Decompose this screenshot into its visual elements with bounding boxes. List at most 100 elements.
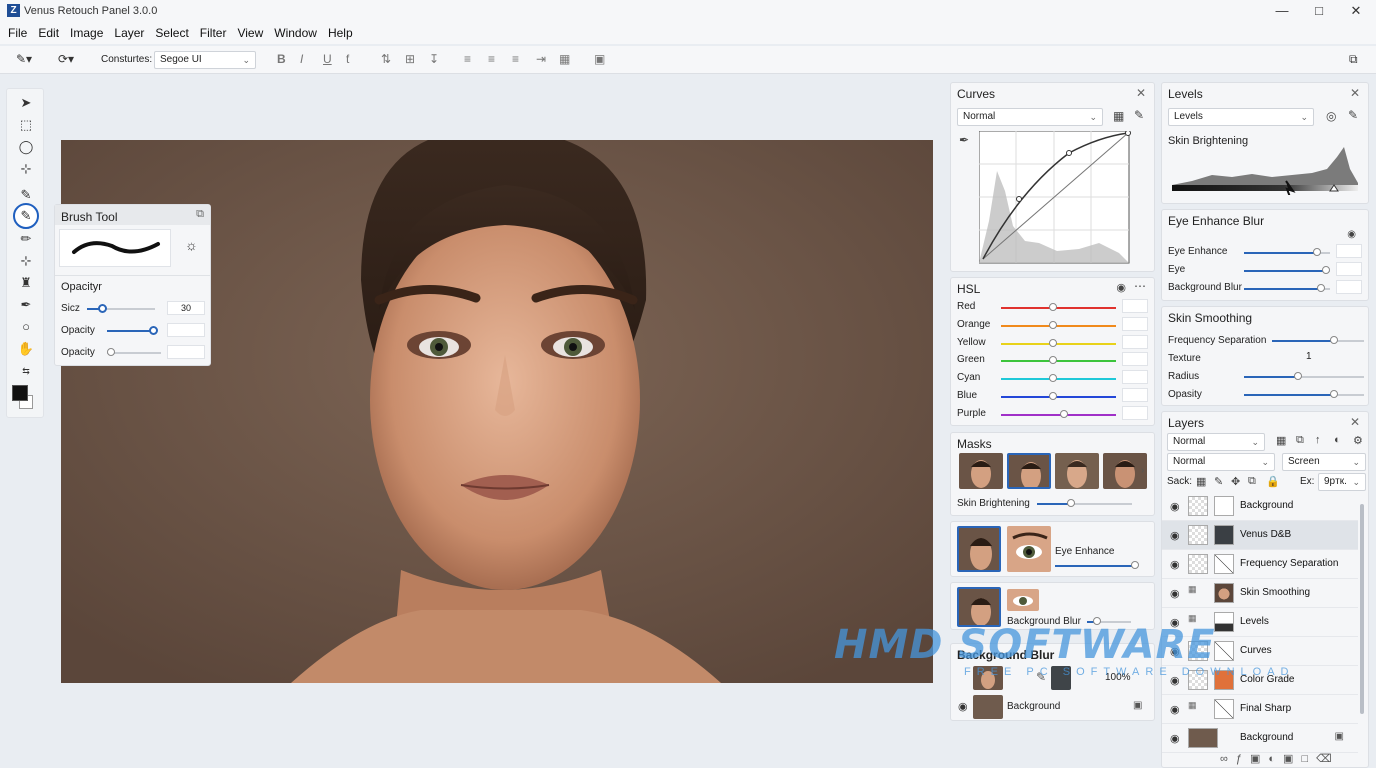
- hsl-value-box[interactable]: [1122, 352, 1148, 367]
- grid-icon[interactable]: ▦: [1113, 109, 1124, 123]
- bold-icon[interactable]: B: [277, 52, 286, 66]
- hsl-value-box[interactable]: [1122, 370, 1148, 385]
- size-slider[interactable]: [87, 304, 155, 313]
- eye-blur-slider[interactable]: [1244, 248, 1330, 256]
- layer-thumbnail[interactable]: [1188, 641, 1208, 661]
- opacity-value[interactable]: [167, 323, 205, 337]
- strikethrough-icon[interactable]: ƭ: [346, 52, 349, 66]
- slider-knob[interactable]: [1048, 356, 1057, 365]
- hsl-slider-green[interactable]: [1001, 356, 1116, 365]
- layer-row[interactable]: ◉ ▦ Levels: [1162, 608, 1358, 637]
- curves-graph[interactable]: [979, 131, 1131, 265]
- eye-icon[interactable]: ◉: [958, 700, 968, 713]
- foreground-color-swatch[interactable]: [12, 385, 28, 401]
- marquee-tool-icon[interactable]: ⬚: [7, 115, 45, 135]
- layer-mask-thumbnail[interactable]: [1214, 554, 1234, 574]
- indent-icon[interactable]: ⇥: [536, 52, 546, 66]
- opacity-slider[interactable]: [107, 326, 158, 335]
- blend-mode-select-2[interactable]: Normal ⌄: [1167, 453, 1275, 471]
- blur-eye-thumbnail[interactable]: [1007, 589, 1039, 611]
- shape-tool-icon[interactable]: ○: [7, 317, 45, 337]
- ex-select[interactable]: 9pтк. ⌄: [1318, 473, 1366, 491]
- opasity-slider[interactable]: [1244, 390, 1364, 398]
- bg-blur-mask-thumbnail[interactable]: [1051, 666, 1071, 690]
- bg-blur-face-thumbnail[interactable]: [973, 666, 1003, 690]
- pen-tool-icon[interactable]: ✎: [7, 185, 45, 205]
- eye-blur-value-box[interactable]: [1336, 280, 1362, 294]
- close-icon[interactable]: ✕: [1350, 86, 1360, 100]
- eye-blur-value-box[interactable]: [1336, 244, 1362, 258]
- menu-view[interactable]: View: [237, 26, 263, 40]
- layer-row[interactable]: ◉ Color Grade: [1162, 666, 1358, 695]
- layer-row[interactable]: ◉ ▦ Final Sharp: [1162, 695, 1358, 724]
- font-select[interactable]: Segoe UI ⌄: [154, 51, 256, 69]
- layer-thumbnail[interactable]: [1188, 496, 1208, 516]
- layer-mask-thumbnail[interactable]: [1214, 699, 1234, 719]
- new-adjustment-icon[interactable]: ◐: [1268, 753, 1283, 765]
- brush-tool-icon[interactable]: ✎: [7, 203, 45, 229]
- more-icon[interactable]: ⋯: [1134, 279, 1146, 293]
- crop-tool-icon[interactable]: ⊹: [7, 159, 45, 179]
- slider-knob[interactable]: [1313, 248, 1322, 256]
- hsl-value-box[interactable]: [1122, 316, 1148, 331]
- levels-histogram[interactable]: [1172, 147, 1362, 195]
- mask-thumbnail[interactable]: [959, 453, 1003, 489]
- levels-preset-select[interactable]: Levels ⌄: [1168, 108, 1314, 126]
- pencil-icon[interactable]: ✎: [1348, 108, 1358, 122]
- layer-thumbnail[interactable]: [1188, 670, 1208, 690]
- eyedropper-icon[interactable]: ✒: [959, 133, 969, 147]
- layer-row[interactable]: ◉ Curves: [1162, 637, 1358, 666]
- new-layer-icon[interactable]: □: [1301, 753, 1316, 765]
- eye-enhance-slider[interactable]: [1055, 561, 1139, 569]
- table-icon[interactable]: ▦: [559, 52, 570, 66]
- layer-mask-thumbnail[interactable]: [1214, 496, 1234, 516]
- frequency-separation-slider[interactable]: [1272, 336, 1364, 344]
- layer-mask-thumbnail[interactable]: [1214, 583, 1234, 603]
- expand-icon[interactable]: ⧉: [196, 208, 204, 221]
- brush-settings-icon[interactable]: ☼: [185, 237, 198, 253]
- pencil-icon[interactable]: ✎: [1134, 108, 1144, 122]
- lock-pixels-icon[interactable]: ▦: [1196, 475, 1206, 488]
- add-mask-icon[interactable]: ▣: [1250, 753, 1268, 765]
- artboard-lock-icon[interactable]: ⧉: [1248, 475, 1256, 488]
- close-icon[interactable]: ✕: [1350, 415, 1360, 429]
- eye-icon[interactable]: ◉: [1347, 229, 1356, 240]
- slider-knob[interactable]: [1048, 303, 1057, 311]
- menu-file[interactable]: File: [8, 26, 27, 40]
- align-center-icon[interactable]: ≡: [488, 52, 495, 66]
- layer-mask-thumbnail[interactable]: [1214, 612, 1234, 632]
- layer-row[interactable]: ◉ Background: [1162, 492, 1358, 521]
- anchor-icon[interactable]: ↧: [429, 52, 439, 66]
- layer-thumbnail[interactable]: [1188, 554, 1208, 574]
- slider-knob[interactable]: [1321, 266, 1330, 274]
- eye-icon[interactable]: ◉: [1170, 558, 1180, 571]
- layer-thumbnail[interactable]: ▦: [1188, 612, 1208, 632]
- brush-preset-icon[interactable]: ✎▾: [16, 52, 32, 66]
- fx-icon[interactable]: ƒ: [1236, 753, 1250, 765]
- globe-icon[interactable]: ◎: [1326, 109, 1336, 123]
- bg-layer-thumbnail[interactable]: [973, 695, 1003, 719]
- hsl-slider-cyan[interactable]: [1001, 374, 1116, 383]
- menu-help[interactable]: Help: [328, 26, 353, 40]
- link-layers-icon[interactable]: ∞: [1220, 753, 1236, 765]
- minimize-button[interactable]: —: [1262, 0, 1302, 22]
- curves-mode-select[interactable]: Normal ⌄: [957, 108, 1103, 126]
- eye-icon[interactable]: ◉: [1170, 616, 1180, 629]
- move-lock-icon[interactable]: ✥: [1231, 475, 1240, 488]
- size-value[interactable]: 30: [167, 301, 205, 315]
- lock-all-icon[interactable]: 🔒: [1266, 475, 1280, 488]
- menu-select[interactable]: Select: [155, 26, 188, 40]
- hsl-value-box[interactable]: [1122, 405, 1148, 420]
- trash-icon[interactable]: ⌫: [1316, 753, 1340, 765]
- workspace-icon[interactable]: ⧉: [1349, 52, 1358, 67]
- stamp-tool-icon[interactable]: ♜: [7, 273, 45, 293]
- eye-icon[interactable]: ◉: [1170, 732, 1180, 745]
- layer-thumbnail[interactable]: ▦: [1188, 699, 1208, 719]
- hsl-slider-purple[interactable]: [1001, 409, 1116, 418]
- layer-row[interactable]: ◉ ▦ Skin Smoothing: [1162, 579, 1358, 608]
- eye-icon[interactable]: ◉: [1170, 529, 1180, 542]
- menu-layer[interactable]: Layer: [114, 26, 144, 40]
- layer-row[interactable]: ◉ Venus D&B: [1162, 521, 1358, 550]
- align-right-icon[interactable]: ≡: [512, 52, 519, 66]
- blend-screen-select[interactable]: Screen ⌄: [1282, 453, 1366, 471]
